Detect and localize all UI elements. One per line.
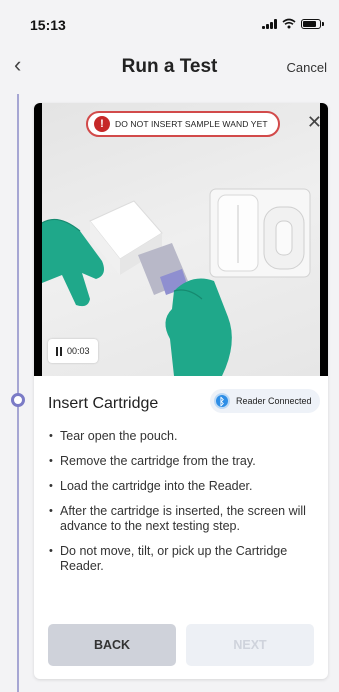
instruction-video[interactable]: ! DO NOT INSERT SAMPLE WAND YET ✕ 00:03 — [34, 103, 328, 376]
cancel-button[interactable]: Cancel — [287, 60, 327, 75]
alert-icon: ! — [94, 116, 110, 132]
reader-status-text: Reader Connected — [236, 396, 312, 406]
step-title: Insert Cartridge — [48, 395, 159, 412]
back-button[interactable]: BACK — [48, 624, 176, 666]
step-card: ! DO NOT INSERT SAMPLE WAND YET ✕ 00:03 … — [34, 103, 328, 679]
video-elapsed-time: 00:03 — [67, 346, 90, 356]
warning-banner: ! DO NOT INSERT SAMPLE WAND YET — [86, 111, 280, 137]
close-icon[interactable]: ✕ — [307, 113, 322, 131]
video-illustration — [42, 188, 311, 376]
instruction-item: After the cartridge is inserted, the scr… — [48, 504, 318, 534]
next-button[interactable]: NEXT — [186, 624, 314, 666]
reader-status-badge: ᛒ Reader Connected — [210, 389, 320, 413]
instruction-item: Load the cartridge into the Reader. — [48, 479, 318, 494]
video-frame — [42, 103, 320, 376]
warning-text: DO NOT INSERT SAMPLE WAND YET — [115, 119, 268, 129]
instruction-item: Tear open the pouch. — [48, 429, 318, 444]
battery-icon — [301, 18, 324, 29]
video-playback-control[interactable]: 00:03 — [48, 339, 98, 363]
bluetooth-icon: ᛒ — [214, 393, 230, 409]
status-icons — [262, 18, 324, 29]
nav-bar: ‹ Run a Test Cancel — [0, 48, 339, 88]
timeline-step-indicator — [11, 393, 25, 407]
instruction-item: Do not move, tilt, or pick up the Cartri… — [48, 544, 318, 574]
status-time: 15:13 — [30, 17, 66, 33]
signal-icon — [262, 18, 277, 29]
wifi-icon — [282, 18, 296, 29]
instruction-item: Remove the cartridge from the tray. — [48, 454, 318, 469]
pause-icon[interactable] — [56, 346, 62, 356]
instruction-list: Tear open the pouch. Remove the cartridg… — [48, 429, 318, 584]
status-bar: 15:13 — [0, 0, 339, 44]
